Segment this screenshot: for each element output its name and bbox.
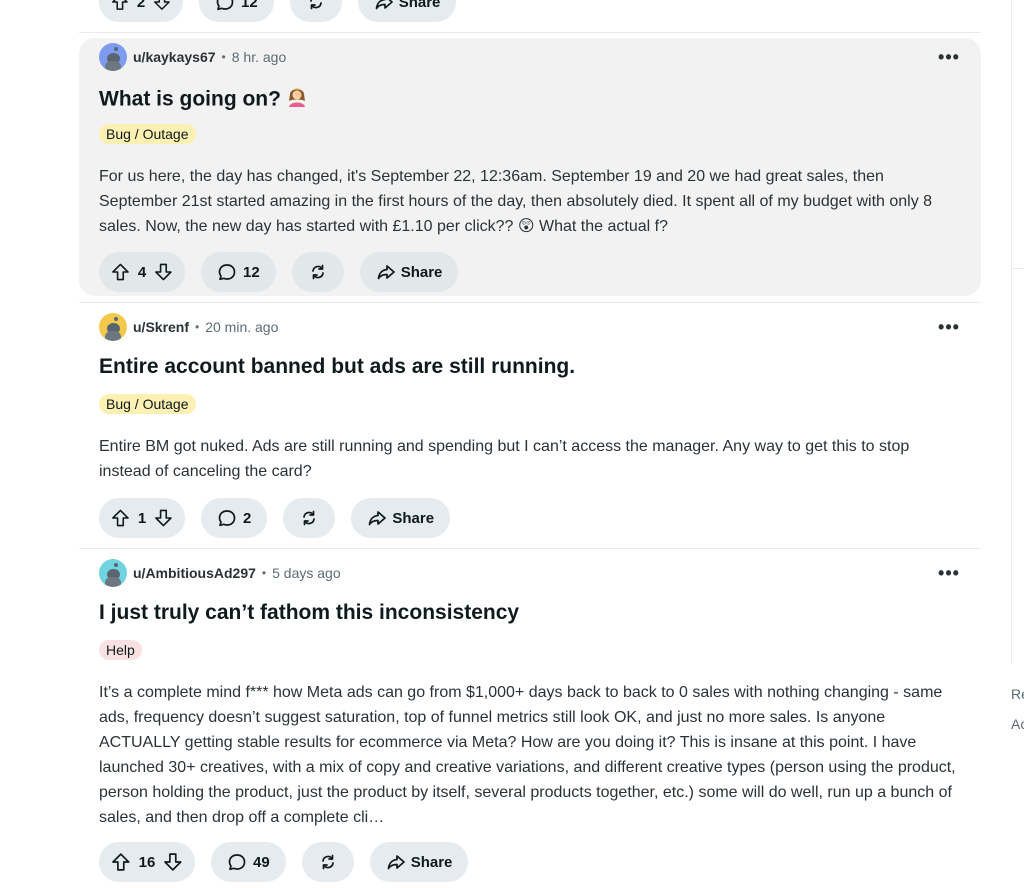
post-body[interactable]: For us here, the day has changed, it's S…	[99, 164, 959, 239]
post-feed: 2 12 Share u/kaykays67 • 8 hr. ago ••• W…	[79, 0, 981, 888]
post-card[interactable]: u/kaykays67 • 8 hr. ago ••• What is goin…	[79, 38, 981, 296]
right-rail-border	[1011, 0, 1012, 664]
comments-button[interactable]: 2	[201, 498, 268, 538]
comment-count: 12	[241, 0, 258, 11]
share-icon	[368, 511, 387, 526]
crosspost-icon	[311, 264, 324, 280]
share-icon	[375, 0, 393, 10]
separator-dot: •	[261, 566, 267, 580]
post-actions: 16 49 Share	[99, 842, 469, 882]
crosspost-button[interactable]	[291, 252, 344, 292]
vote-bar: 4	[99, 252, 185, 292]
more-options-icon[interactable]: •••	[938, 317, 959, 337]
post-time: 20 min. ago	[205, 319, 279, 335]
woman-facepalming-emoji	[285, 85, 309, 115]
share-button[interactable]: Share	[357, 0, 457, 22]
share-icon	[387, 855, 405, 870]
comment-icon	[228, 854, 246, 871]
right-rail-text: Re	[1011, 686, 1024, 702]
downvote-icon[interactable]	[153, 0, 171, 12]
crosspost-button[interactable]	[289, 0, 342, 22]
vote-bar: 2	[99, 0, 183, 22]
post-actions: 4 12 Share	[99, 252, 459, 292]
share-button[interactable]: Share	[359, 252, 459, 292]
comment-count: 12	[243, 263, 260, 281]
post-card[interactable]: u/AmbitiousAd297 • 5 days ago ••• I just…	[79, 554, 981, 888]
post-meta: u/kaykays67 • 8 hr. ago	[99, 43, 286, 71]
share-icon	[377, 265, 395, 280]
post-flair[interactable]: Help	[99, 640, 142, 660]
post-title[interactable]: I just truly can’t fathom this inconsist…	[99, 601, 519, 625]
post-time: 5 days ago	[272, 565, 341, 581]
post-body[interactable]: It’s a complete mind f*** how Meta ads c…	[99, 680, 959, 830]
vote-count: 16	[138, 853, 156, 871]
username[interactable]: u/AmbitiousAd297	[133, 565, 256, 581]
vote-bar: 16	[99, 842, 195, 882]
post-title-text: What is going on?	[99, 87, 281, 111]
comments-button[interactable]: 49	[211, 842, 286, 882]
right-rail-text: Ac	[1011, 716, 1024, 732]
post-meta: u/Skrenf • 20 min. ago	[99, 313, 278, 341]
downvote-icon[interactable]	[154, 262, 173, 282]
crosspost-button[interactable]	[283, 498, 336, 538]
username[interactable]: u/kaykays67	[133, 49, 216, 65]
previous-post-actions: 2 12 Share	[99, 0, 457, 22]
upvote-icon[interactable]	[111, 262, 130, 282]
avatar[interactable]	[99, 43, 127, 71]
post-flair[interactable]: Bug / Outage	[99, 394, 196, 414]
crosspost-button[interactable]	[301, 842, 354, 882]
upvote-icon[interactable]	[111, 508, 130, 528]
comment-icon	[218, 264, 236, 281]
comment-count: 49	[253, 853, 270, 871]
vote-count: 4	[137, 263, 147, 281]
comments-button[interactable]: 12	[201, 252, 276, 292]
upvote-icon[interactable]	[111, 852, 131, 872]
crosspost-icon	[321, 854, 334, 870]
vote-count: 2	[136, 0, 146, 11]
post-divider	[79, 32, 981, 33]
post-actions: 1 2 Share	[99, 498, 451, 538]
comment-icon	[216, 0, 234, 11]
more-options-icon[interactable]: •••	[938, 563, 959, 583]
username[interactable]: u/Skrenf	[133, 319, 189, 335]
post-body[interactable]: Entire BM got nuked. Ads are still runni…	[99, 434, 959, 484]
post-card[interactable]: u/Skrenf • 20 min. ago ••• Entire accoun…	[79, 308, 981, 542]
avatar[interactable]	[99, 313, 127, 341]
crosspost-icon	[309, 0, 322, 10]
upvote-icon[interactable]	[111, 0, 129, 12]
separator-dot: •	[195, 320, 200, 334]
right-rail-divider	[1011, 268, 1024, 269]
share-label: Share	[400, 263, 443, 281]
comment-icon	[218, 510, 236, 527]
share-label: Share	[392, 509, 435, 527]
vote-count: 1	[137, 509, 147, 527]
post-divider	[79, 302, 981, 303]
separator-dot: •	[221, 50, 226, 64]
post-title[interactable]: What is going on?	[99, 85, 309, 115]
vote-bar: 1	[99, 498, 185, 538]
share-label: Share	[410, 853, 453, 871]
post-title[interactable]: Entire account banned but ads are still …	[99, 355, 575, 379]
post-time: 8 hr. ago	[231, 49, 287, 65]
post-flair[interactable]: Bug / Outage	[99, 124, 196, 144]
post-divider	[79, 548, 981, 549]
comment-count: 2	[243, 509, 252, 527]
share-label: Share	[398, 0, 441, 11]
crosspost-icon	[303, 510, 316, 526]
share-button[interactable]: Share	[369, 842, 469, 882]
more-options-icon[interactable]: •••	[938, 47, 959, 67]
downvote-icon[interactable]	[163, 852, 183, 872]
comments-button[interactable]: 12	[199, 0, 274, 22]
downvote-icon[interactable]	[154, 508, 173, 528]
share-button[interactable]: Share	[351, 498, 451, 538]
avatar[interactable]	[99, 559, 127, 587]
post-meta: u/AmbitiousAd297 • 5 days ago	[99, 559, 341, 587]
